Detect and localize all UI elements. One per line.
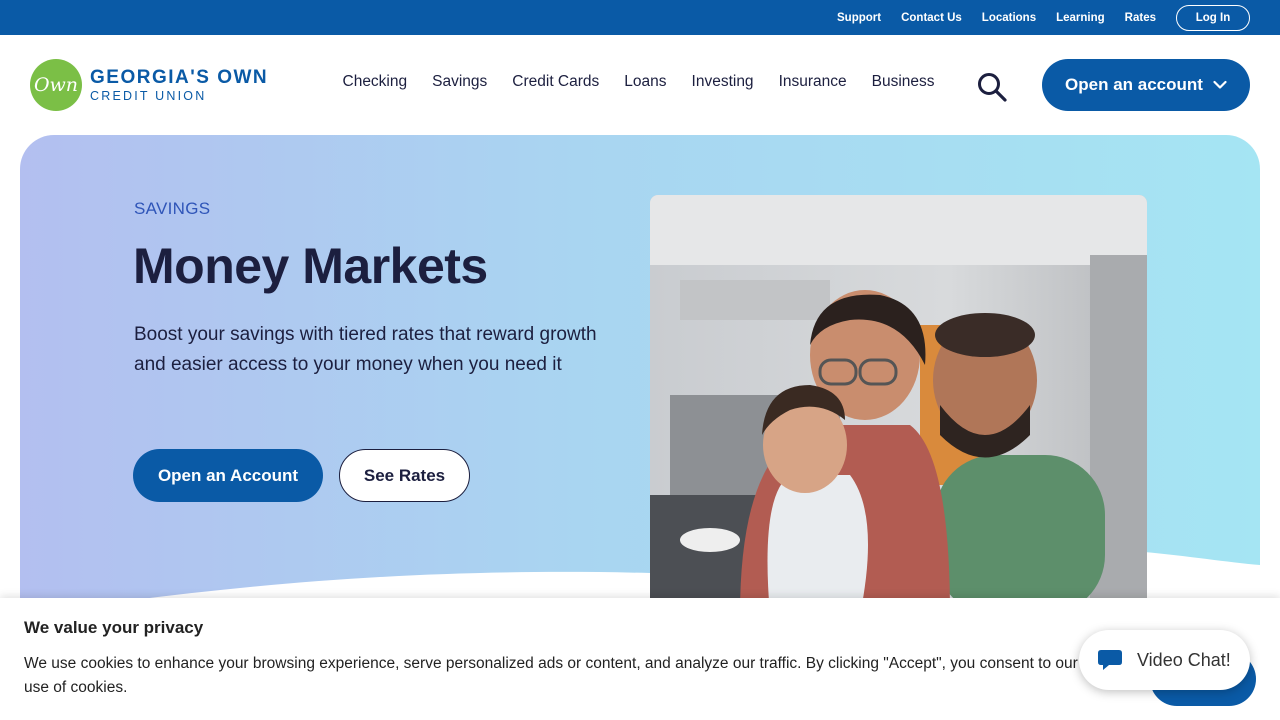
nav-item-loans[interactable]: Loans [624, 73, 666, 91]
site-header: Own GEORGIA'S OWN CREDIT UNION Checking … [0, 35, 1280, 135]
logo-line-2: CREDIT UNION [90, 88, 207, 103]
cookie-banner-title: We value your privacy [24, 618, 204, 637]
nav-item-checking[interactable]: Checking [343, 73, 408, 91]
search-icon[interactable] [976, 71, 1008, 103]
cookie-banner-text: We use cookies to enhance your browsing … [24, 655, 1078, 696]
chat-bubble-icon [1097, 648, 1123, 672]
logo-mark: Own [30, 59, 82, 111]
utility-link-rates[interactable]: Rates [1125, 12, 1156, 24]
page-title: Money Markets [133, 238, 488, 294]
utility-links: Support Contact Us Locations Learning Ra… [817, 0, 1250, 35]
nav-item-insurance[interactable]: Insurance [779, 73, 847, 91]
login-button[interactable]: Log In [1176, 4, 1250, 31]
utility-link-support[interactable]: Support [837, 12, 881, 24]
nav-item-business[interactable]: Business [872, 73, 935, 91]
utility-link-locations[interactable]: Locations [982, 12, 1036, 24]
utility-link-learning[interactable]: Learning [1056, 12, 1105, 24]
open-an-account-button[interactable]: Open an Account [133, 449, 323, 502]
hero-eyebrow: SAVINGS [134, 199, 211, 218]
logo-wordmark: GEORGIA'S OWN CREDIT UNION [90, 68, 268, 103]
logo-line-1: GEORGIA'S OWN [90, 66, 269, 88]
see-rates-button[interactable]: See Rates [339, 449, 470, 502]
open-account-label: Open an account [1065, 75, 1203, 94]
open-account-dropdown-button[interactable]: Open an account [1042, 59, 1250, 111]
video-chat-button[interactable]: Video Chat! [1079, 630, 1250, 690]
chevron-down-icon [1213, 75, 1227, 95]
video-chat-label: Video Chat! [1137, 649, 1231, 670]
main-nav: Checking Savings Credit Cards Loans Inve… [330, 73, 947, 91]
utility-link-contact-us[interactable]: Contact Us [901, 12, 962, 24]
nav-item-credit-cards[interactable]: Credit Cards [512, 73, 599, 91]
nav-item-investing[interactable]: Investing [692, 73, 754, 91]
nav-item-savings[interactable]: Savings [432, 73, 487, 91]
site-logo[interactable]: Own GEORGIA'S OWN CREDIT UNION [30, 59, 268, 111]
hero-description: Boost your savings with tiered rates tha… [134, 324, 597, 375]
utility-bar: Support Contact Us Locations Learning Ra… [0, 0, 1280, 35]
family-photo [650, 195, 1147, 615]
